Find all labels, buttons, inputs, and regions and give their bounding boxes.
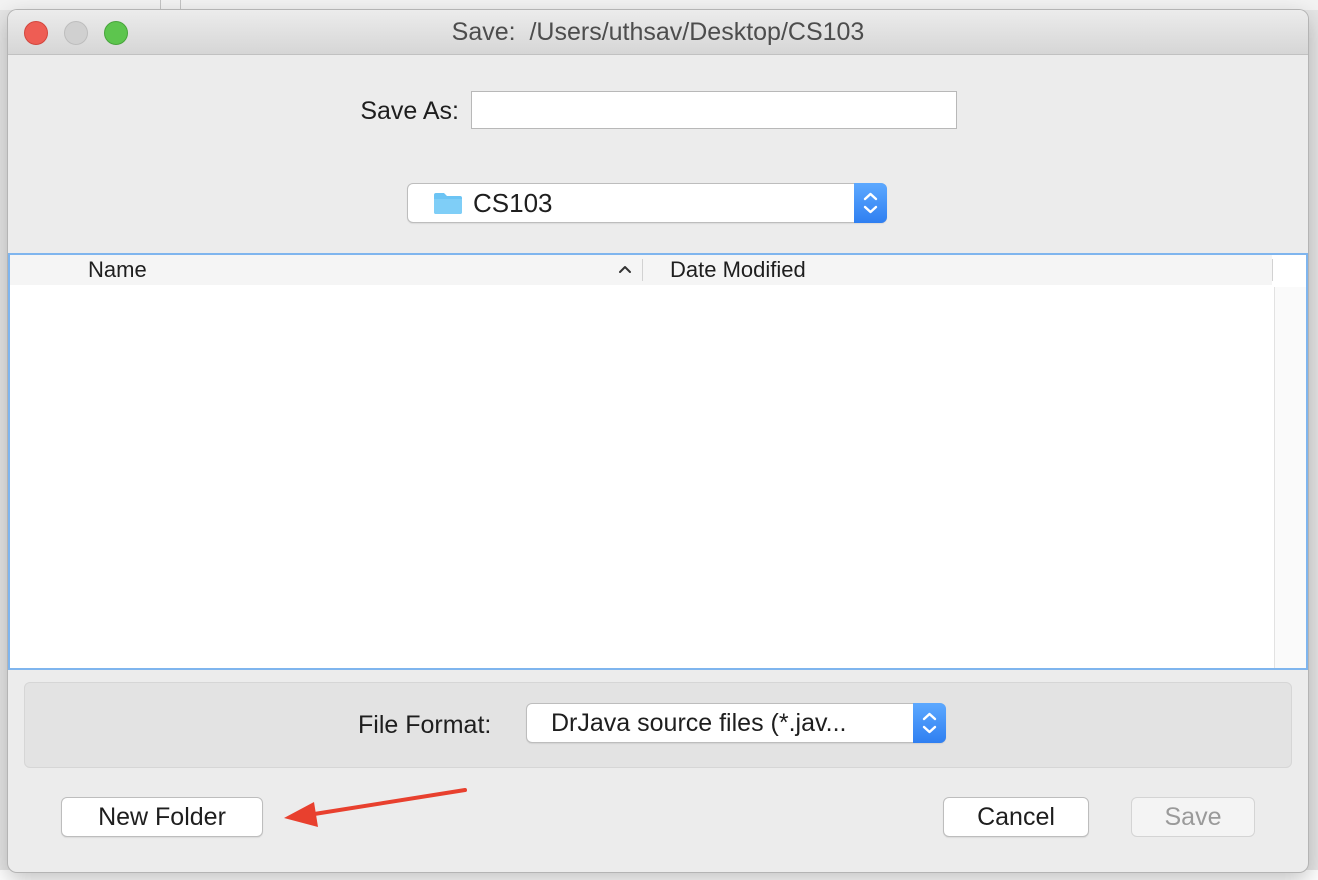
new-folder-button[interactable]: New Folder (61, 797, 263, 837)
save-as-input[interactable] (471, 91, 957, 129)
save-button[interactable]: Save (1131, 797, 1255, 837)
up-down-chevron-icon (863, 192, 878, 214)
file-format-label: File Format: (358, 711, 492, 739)
annotation-arrow-icon (284, 788, 467, 827)
file-browser-table[interactable]: Name Date Modified (8, 253, 1308, 670)
background-app-toolbar (0, 0, 1318, 10)
location-dropdown[interactable]: CS103 (407, 183, 887, 223)
column-divider[interactable] (642, 259, 643, 281)
column-header-date-modified[interactable]: Date Modified (670, 255, 806, 285)
up-down-chevron-icon (922, 712, 937, 734)
cancel-button[interactable]: Cancel (943, 797, 1089, 837)
table-header: Name Date Modified (10, 255, 1273, 285)
location-dropdown-stepper[interactable] (854, 183, 887, 223)
chevron-up-icon[interactable] (618, 264, 632, 274)
column-header-name[interactable]: Name (88, 255, 147, 285)
location-value: CS103 (473, 188, 553, 218)
column-divider[interactable] (1272, 259, 1273, 281)
title-bar[interactable]: Save: /Users/uthsav/Desktop/CS103 (8, 10, 1308, 55)
file-format-value: DrJava source files (*.jav... (551, 709, 847, 737)
file-format-panel: File Format: DrJava source files (*.jav.… (24, 682, 1292, 768)
folder-icon (434, 193, 462, 214)
save-dialog: Save: /Users/uthsav/Desktop/CS103 Save A… (8, 10, 1308, 872)
file-format-dropdown-stepper[interactable] (913, 703, 946, 743)
window-title: Save: /Users/uthsav/Desktop/CS103 (451, 18, 865, 46)
save-as-label: Save As: (360, 97, 459, 125)
scrollbar[interactable] (1275, 287, 1306, 668)
file-format-dropdown[interactable]: DrJava source files (*.jav... (526, 703, 946, 743)
